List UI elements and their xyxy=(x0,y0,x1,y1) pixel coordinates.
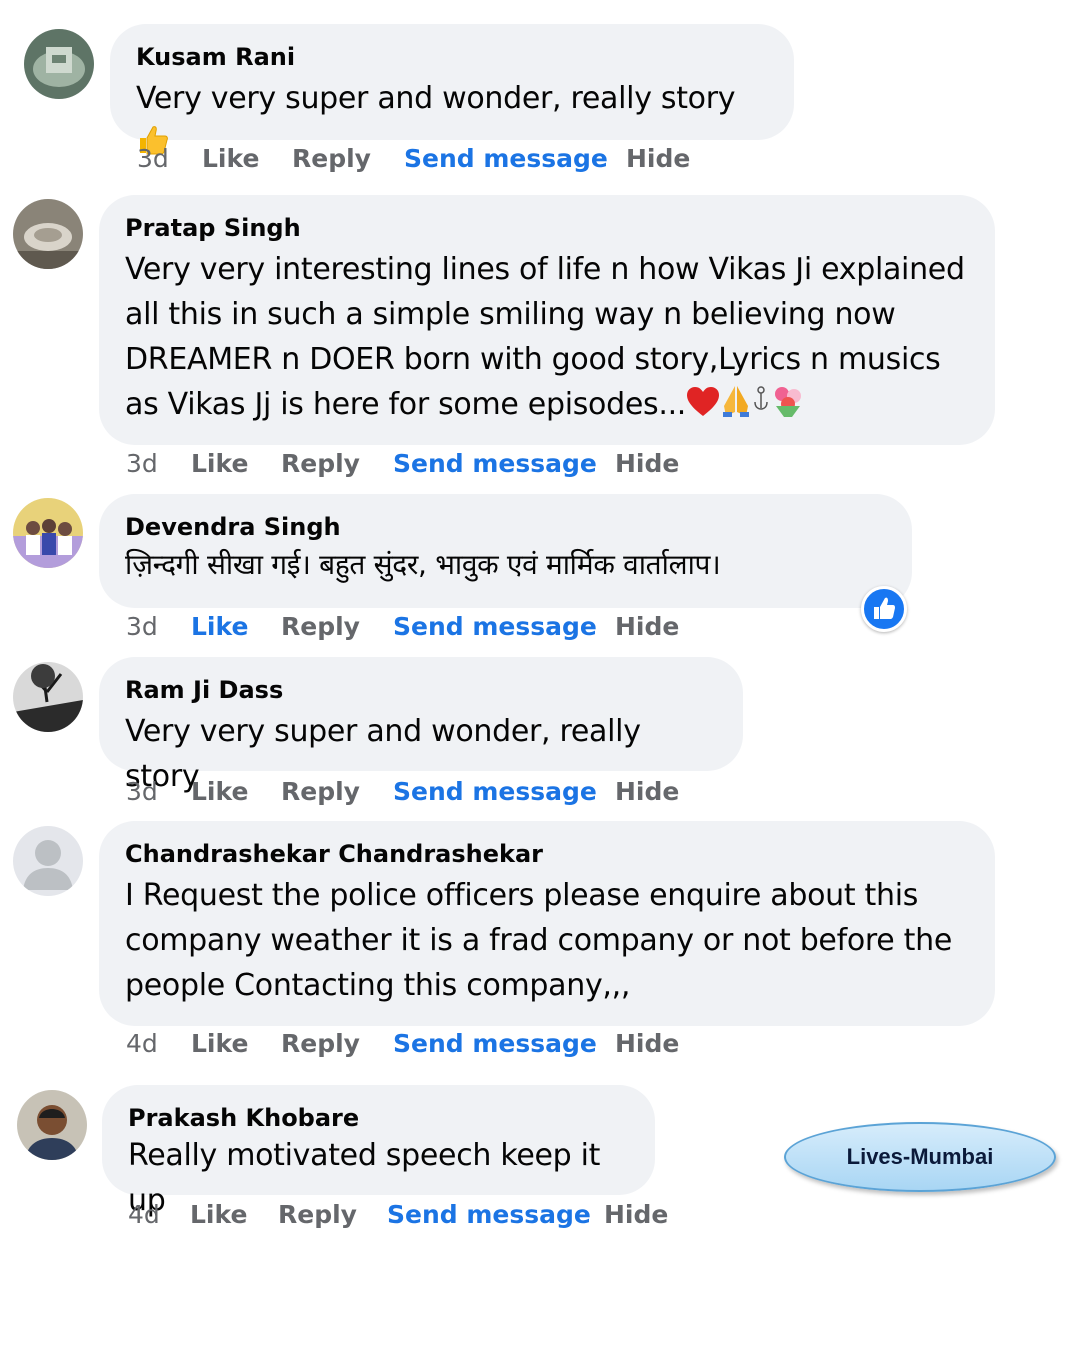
like-button[interactable]: Like xyxy=(191,612,248,641)
comment-author[interactable]: Kusam Rani xyxy=(136,42,768,72)
comment-bubble: Pratap Singh Very very interesting lines… xyxy=(99,195,995,445)
comment-author[interactable]: Ram Ji Dass xyxy=(125,675,717,705)
comment-author[interactable]: Devendra Singh xyxy=(125,512,886,542)
comment-timestamp: 4d xyxy=(126,1029,158,1058)
comment-timestamp: 3d xyxy=(137,144,169,173)
send-message-button[interactable]: Send message xyxy=(393,1029,597,1058)
avatar[interactable] xyxy=(24,29,94,99)
default-user-icon xyxy=(13,826,83,896)
heart-emoji-icon xyxy=(686,386,720,431)
comment-text: Very very interesting lines of life n ho… xyxy=(125,247,969,431)
avatar[interactable] xyxy=(13,826,83,896)
comment-timestamp: 3d xyxy=(126,777,158,806)
reply-button[interactable]: Reply xyxy=(292,144,371,173)
send-message-button[interactable]: Send message xyxy=(393,612,597,641)
comment-author[interactable]: Pratap Singh xyxy=(125,213,969,243)
hide-button[interactable]: Hide xyxy=(615,449,679,478)
bouquet-emoji-icon xyxy=(770,384,806,431)
comment-bubble: Ram Ji Dass Very very super and wonder, … xyxy=(99,657,743,794)
folded-hands-emoji-icon xyxy=(720,384,752,431)
comment-text: ज़िन्दगी सीखा गई। बहुत सुंदर, भावुक एवं … xyxy=(125,548,721,581)
avatar[interactable] xyxy=(17,1090,87,1160)
comment-text: I Request the police officers please enq… xyxy=(125,878,953,1003)
comment-bubble: Devendra Singh ज़िन्दगी सीखा गई। बहुत सु… xyxy=(99,494,912,608)
comment-bubble: Chandrashekar Chandrashekar I Request th… xyxy=(99,821,995,1026)
send-message-button[interactable]: Send message xyxy=(393,449,597,478)
hide-button[interactable]: Hide xyxy=(615,777,679,806)
reply-button[interactable]: Reply xyxy=(281,1029,360,1058)
send-message-button[interactable]: Send message xyxy=(404,144,608,173)
send-message-button[interactable]: Send message xyxy=(387,1200,591,1229)
avatar[interactable] xyxy=(13,199,83,269)
like-button[interactable]: Like xyxy=(191,449,248,478)
like-button[interactable]: Like xyxy=(191,1029,248,1058)
like-button[interactable]: Like xyxy=(191,777,248,806)
anchor-emoji-icon xyxy=(752,384,770,431)
reply-button[interactable]: Reply xyxy=(281,449,360,478)
hide-button[interactable]: Hide xyxy=(615,612,679,641)
reaction-badge[interactable] xyxy=(861,586,907,632)
hide-button[interactable]: Hide xyxy=(604,1200,668,1229)
comment-bubble: Prakash Khobare Really motivated speech … xyxy=(102,1085,655,1218)
brand-watermark: Lives-Mumbai xyxy=(784,1122,1056,1192)
reply-button[interactable]: Reply xyxy=(278,1200,357,1229)
avatar[interactable] xyxy=(13,662,83,732)
comment-bubble: Kusam Rani Very very super and wonder, r… xyxy=(110,24,794,155)
thumbs-up-icon xyxy=(874,597,895,619)
like-button[interactable]: Like xyxy=(202,144,259,173)
comment-timestamp: 3d xyxy=(126,449,158,478)
avatar[interactable] xyxy=(13,498,83,568)
hide-button[interactable]: Hide xyxy=(615,1029,679,1058)
comment-timestamp: 3d xyxy=(126,612,158,641)
comment-timestamp: 4d xyxy=(128,1200,160,1229)
comment-author[interactable]: Prakash Khobare xyxy=(128,1103,629,1133)
hide-button[interactable]: Hide xyxy=(626,144,690,173)
send-message-button[interactable]: Send message xyxy=(393,777,597,806)
comment-author[interactable]: Chandrashekar Chandrashekar xyxy=(125,839,969,869)
like-button[interactable]: Like xyxy=(190,1200,247,1229)
reply-button[interactable]: Reply xyxy=(281,612,360,641)
reply-button[interactable]: Reply xyxy=(281,777,360,806)
